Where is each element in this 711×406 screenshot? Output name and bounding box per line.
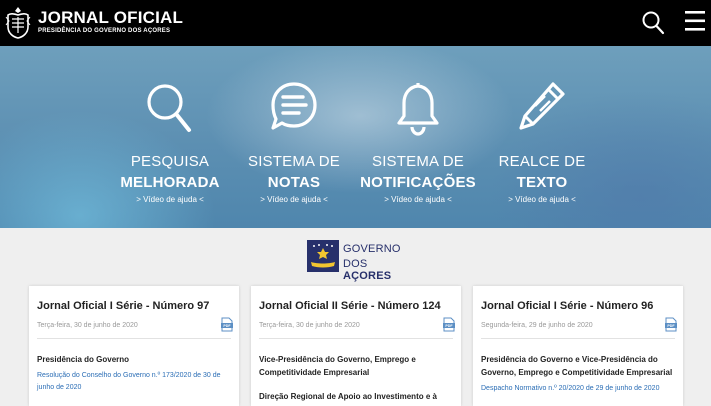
help-video-link[interactable]: > Vídeo de ajuda < — [348, 195, 488, 204]
card-title[interactable]: Jornal Oficial I Série - Número 96 — [481, 300, 653, 312]
card-divider — [481, 338, 675, 339]
feature-label-line2: TEXTO — [516, 174, 568, 191]
card-divider — [259, 338, 453, 339]
feature-label-line1: PESQUISA — [130, 153, 210, 170]
search-icon[interactable] — [641, 10, 665, 36]
card-divider — [37, 338, 231, 339]
card-date: Terça-feira, 30 de junho de 2020 — [259, 322, 360, 329]
help-video-link[interactable]: > Vídeo de ajuda < — [100, 195, 240, 204]
feature-label-line2: NOTIFICAÇÕES — [360, 174, 476, 191]
crest-icon — [5, 7, 31, 39]
svg-text:PDF: PDF — [223, 324, 231, 328]
feature-label-line1: SISTEMA DE — [247, 153, 341, 170]
journal-card: Jornal Oficial II Série - Número 124 Ter… — [251, 286, 461, 406]
feature-notificacoes[interactable]: SISTEMA DE NOTIFICAÇÕES > Vídeo de ajuda… — [348, 46, 488, 228]
card-date: Segunda-feira, 29 de junho de 2020 — [481, 322, 593, 329]
feature-pesquisa[interactable]: PESQUISA MELHORADA > Vídeo de ajuda < — [100, 46, 240, 228]
card-organization: Vice-Presidência do Governo, Emprego e C… — [259, 355, 416, 377]
help-video-link[interactable]: > Vídeo de ajuda < — [224, 195, 364, 204]
pdf-icon[interactable]: PDF — [665, 317, 677, 332]
feature-realce[interactable]: REALCE DE TEXTO > Vídeo de ajuda < — [472, 46, 612, 228]
journal-card: Jornal Oficial I Série - Número 97 Terça… — [29, 286, 239, 406]
svg-text:PDF: PDF — [445, 324, 453, 328]
card-organization: Presidência do Governo e Vice-Presidênci… — [481, 355, 673, 377]
bell-icon — [397, 83, 439, 136]
hamburger-menu-icon[interactable] — [684, 9, 706, 33]
site-subtitle: PRESIDÊNCIA DO GOVERNO DOS AÇORES — [38, 28, 171, 34]
help-video-link[interactable]: > Vídeo de ajuda < — [472, 195, 612, 204]
card-document-link[interactable]: Resolução do Conselho do Governo n.º 173… — [37, 370, 233, 394]
feature-label-line2: MELHORADA — [120, 174, 220, 191]
pdf-icon[interactable]: PDF — [443, 317, 455, 332]
card-document-link[interactable]: Despacho Normativo n.º 20/2020 de 29 de … — [481, 383, 677, 395]
gov-logo-line2b: AÇORES — [343, 270, 392, 282]
gov-logo-line2: DOS AÇORES — [343, 258, 405, 282]
hero-banner: PESQUISA MELHORADA > Vídeo de ajuda < SI… — [0, 46, 711, 228]
card-organization: Presidência do Governo — [37, 355, 130, 364]
pencil-icon — [519, 82, 565, 130]
card-date: Terça-feira, 30 de junho de 2020 — [37, 322, 138, 329]
chat-bubble-icon — [271, 82, 317, 130]
svg-text:PDF: PDF — [667, 324, 675, 328]
site-title[interactable]: JORNAL OFICIAL — [38, 9, 183, 27]
top-bar: JORNAL OFICIAL PRESIDÊNCIA DO GOVERNO DO… — [0, 0, 711, 46]
card-sub-organization: Direção Regional de Apoio ao Investiment… — [259, 392, 437, 401]
acores-flag-icon — [307, 240, 339, 272]
journal-card: Jornal Oficial I Série - Número 96 Segun… — [473, 286, 683, 406]
feature-label-line1: SISTEMA DE — [371, 153, 465, 170]
gov-logo-line2a: DOS — [343, 258, 368, 270]
feature-label-line1: REALCE DE — [498, 153, 586, 170]
card-title[interactable]: Jornal Oficial I Série - Número 97 — [37, 300, 209, 312]
governo-acores-logo[interactable]: GOVERNO DOS AÇORES — [307, 240, 405, 282]
pdf-icon[interactable]: PDF — [221, 317, 233, 332]
card-title[interactable]: Jornal Oficial II Série - Número 124 — [259, 300, 441, 312]
feature-label-line2: NOTAS — [267, 174, 321, 191]
feature-notas[interactable]: SISTEMA DE NOTAS > Vídeo de ajuda < — [224, 46, 364, 228]
magnifier-icon — [147, 84, 191, 132]
gov-logo-line1: GOVERNO — [343, 243, 401, 255]
